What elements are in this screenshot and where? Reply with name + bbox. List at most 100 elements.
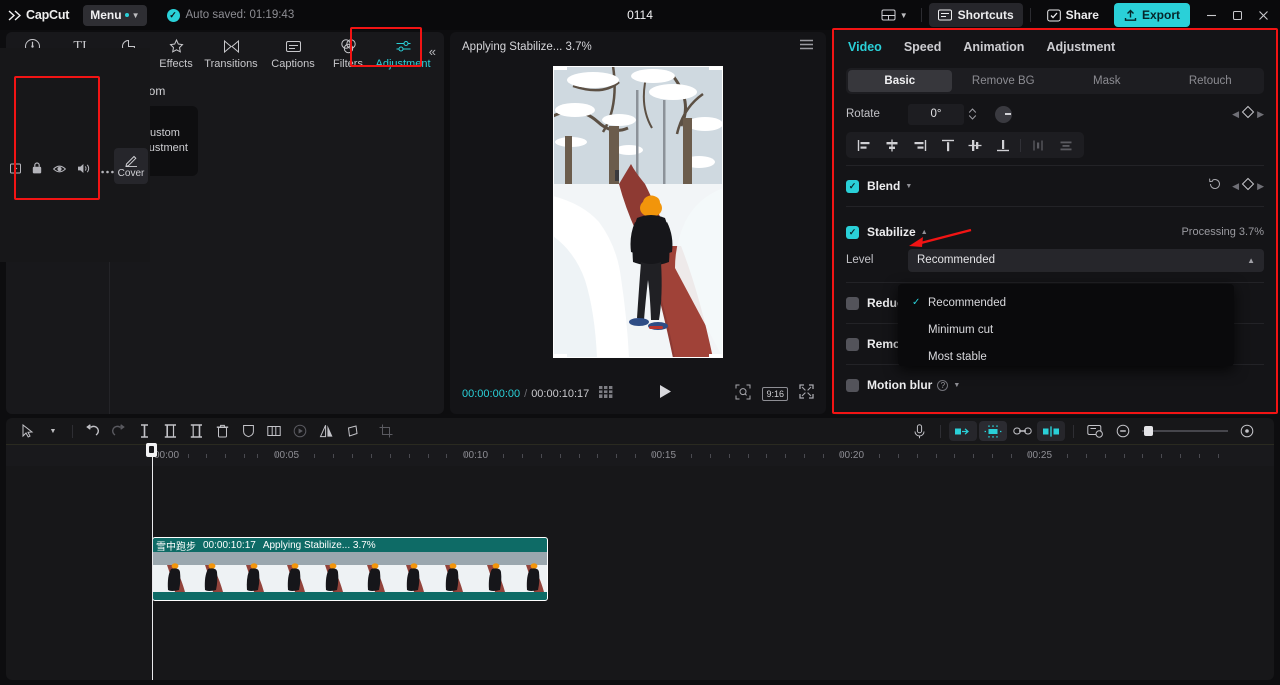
category-adjustment[interactable]: Adjustment <box>372 36 434 70</box>
more-options-icon[interactable] <box>101 161 114 179</box>
crop-mirror-icon[interactable] <box>261 420 287 442</box>
fullscreen-icon[interactable] <box>799 384 814 404</box>
rotate-stepper[interactable] <box>968 107 977 121</box>
auto-speed-icon[interactable] <box>287 420 313 442</box>
frame-handle-top-right[interactable] <box>709 66 723 70</box>
zoom-fit-icon[interactable] <box>735 384 751 405</box>
zoom-in-icon[interactable] <box>1234 420 1260 442</box>
mute-icon[interactable] <box>77 161 90 179</box>
frame-handle-top-left[interactable] <box>553 66 567 70</box>
align-middle-icon[interactable] <box>962 134 990 156</box>
tab-video[interactable]: Video <box>848 40 882 54</box>
minimize-button[interactable] <box>1198 1 1224 29</box>
frame-handle-bottom-right[interactable] <box>709 354 723 358</box>
preview-menu-icon[interactable] <box>799 38 814 56</box>
freeze-icon[interactable] <box>235 420 261 442</box>
distribute-horizontal-icon[interactable] <box>1024 134 1052 156</box>
trim-right-icon[interactable] <box>183 420 209 442</box>
keyframe-next-icon[interactable]: ▶ <box>1257 181 1264 192</box>
layout-button[interactable]: ▼ <box>875 4 914 26</box>
split-icon[interactable] <box>131 420 157 442</box>
frame-view-icon[interactable] <box>599 385 614 403</box>
close-button[interactable] <box>1250 1 1276 29</box>
align-right-icon[interactable] <box>906 134 934 156</box>
keyframe-diamond-icon[interactable] <box>1241 177 1255 196</box>
align-center-horizontal-icon[interactable] <box>878 134 906 156</box>
align-left-icon[interactable] <box>850 134 878 156</box>
tab-speed[interactable]: Speed <box>904 40 942 54</box>
select-tool-icon[interactable] <box>14 420 40 442</box>
redo-icon[interactable] <box>105 420 131 442</box>
auto-cut-button[interactable] <box>979 421 1007 441</box>
divider <box>1073 424 1074 438</box>
snap-to-start-button[interactable] <box>949 421 977 441</box>
frame-handle-bottom-left[interactable] <box>553 354 567 358</box>
category-filters[interactable]: Filters <box>324 36 372 70</box>
stabilize-checkbox[interactable]: ✓ <box>846 225 859 239</box>
align-top-icon[interactable] <box>934 134 962 156</box>
chevron-up-icon[interactable]: ▲ <box>921 229 928 236</box>
tab-adjustment[interactable]: Adjustment <box>1046 40 1115 54</box>
dropdown-option-most-stable[interactable]: Most stable <box>898 343 1234 370</box>
preview-stage[interactable] <box>450 62 826 374</box>
cover-button[interactable]: Cover <box>114 148 148 184</box>
zoom-slider-knob[interactable] <box>1144 426 1153 436</box>
select-tool-dropdown-icon[interactable]: ▼ <box>40 420 66 442</box>
category-effects[interactable]: Effects <box>152 36 200 70</box>
chevron-down-icon[interactable]: ▼ <box>953 382 960 389</box>
reset-icon[interactable] <box>1208 177 1222 196</box>
menu-button[interactable]: Menu ▼ <box>83 4 147 26</box>
track-thumbnail-icon[interactable] <box>10 161 21 179</box>
keyframe-prev-icon[interactable]: ◀ <box>1232 109 1239 120</box>
rotate-icon[interactable] <box>339 420 365 442</box>
adsorption-button[interactable] <box>1037 421 1065 441</box>
video-preview-frame[interactable] <box>553 66 723 358</box>
export-button[interactable]: Export <box>1113 3 1190 27</box>
share-button[interactable]: Share <box>1038 3 1108 27</box>
chevron-down-icon[interactable]: ▼ <box>905 183 912 190</box>
timeline-ruler[interactable]: 00:00 00:05 00:10 00:15 00:20 00:25 <box>6 444 1274 466</box>
help-icon[interactable]: ? <box>937 379 949 391</box>
category-transitions[interactable]: Transitions <box>200 36 262 70</box>
shortcuts-button[interactable]: Shortcuts <box>928 3 1023 27</box>
zoom-out-icon[interactable] <box>1110 420 1136 442</box>
trim-left-icon[interactable] <box>157 420 183 442</box>
preview-axis-icon[interactable] <box>1082 420 1108 442</box>
keyframe-next-icon[interactable]: ▶ <box>1257 109 1264 120</box>
link-clips-icon[interactable] <box>1009 420 1035 442</box>
category-captions[interactable]: Captions <box>262 36 324 70</box>
aspect-ratio-button[interactable]: 9:16 <box>762 387 788 401</box>
segment-remove-bg[interactable]: Remove BG <box>952 70 1056 92</box>
crop-icon[interactable] <box>373 420 399 442</box>
remove-checkbox[interactable] <box>846 337 859 351</box>
keyframe-prev-icon[interactable]: ◀ <box>1232 181 1239 192</box>
blend-checkbox[interactable]: ✓ <box>846 179 859 193</box>
record-voiceover-icon[interactable] <box>906 420 932 442</box>
content-section-title: Custom <box>124 84 444 98</box>
zoom-slider[interactable] <box>1142 426 1228 436</box>
segment-mask[interactable]: Mask <box>1055 70 1159 92</box>
play-button[interactable] <box>658 384 672 404</box>
segment-retouch[interactable]: Retouch <box>1159 70 1263 92</box>
rotate-dial[interactable] <box>995 105 1012 123</box>
visibility-icon[interactable] <box>52 161 67 179</box>
distribute-vertical-icon[interactable] <box>1052 134 1080 156</box>
collapse-panel-icon[interactable]: « <box>429 44 436 59</box>
timeline-clip[interactable]: 雪中跑步 00:00:10:17 Applying Stabilize... 3… <box>152 537 548 601</box>
maximize-button[interactable] <box>1224 1 1250 29</box>
motion-blur-checkbox[interactable] <box>846 378 859 392</box>
dropdown-option-recommended[interactable]: ✓ Recommended <box>898 289 1234 316</box>
reduce-checkbox[interactable] <box>846 296 859 310</box>
undo-icon[interactable] <box>79 420 105 442</box>
tab-animation[interactable]: Animation <box>963 40 1024 54</box>
lock-icon[interactable] <box>32 161 42 179</box>
playhead-handle[interactable] <box>146 443 157 457</box>
keyframe-diamond-icon[interactable] <box>1241 105 1255 124</box>
align-bottom-icon[interactable] <box>989 134 1017 156</box>
segment-basic[interactable]: Basic <box>848 70 952 92</box>
delete-icon[interactable] <box>209 420 235 442</box>
rotate-input[interactable]: 0° <box>908 103 964 125</box>
dropdown-option-minimum-cut[interactable]: Minimum cut <box>898 316 1234 343</box>
mirror-icon[interactable] <box>313 420 339 442</box>
level-select[interactable]: Recommended ▲ <box>908 248 1264 272</box>
